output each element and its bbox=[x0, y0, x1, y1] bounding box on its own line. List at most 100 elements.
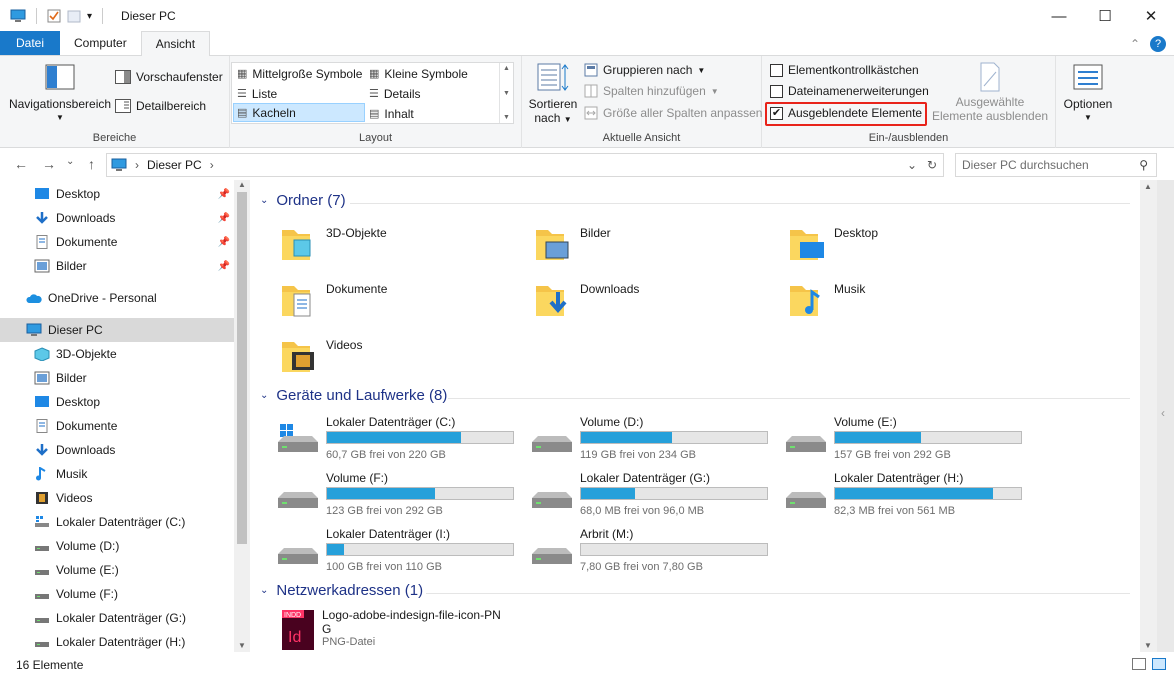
scroll-down-icon[interactable]: ▼ bbox=[238, 641, 246, 650]
folder-tile[interactable]: Musik bbox=[788, 278, 865, 320]
sidebar-item[interactable]: Musik bbox=[0, 462, 234, 486]
tab-datei[interactable]: Datei bbox=[0, 31, 61, 55]
sidebar-item-desktop[interactable]: Desktop 📌 bbox=[0, 182, 234, 206]
new-folder-icon[interactable] bbox=[67, 9, 81, 23]
add-columns-button[interactable]: Spalten hinzufügen ▼ bbox=[584, 84, 719, 98]
up-button[interactable]: ↑ bbox=[88, 156, 95, 172]
tab-computer[interactable]: Computer bbox=[60, 31, 141, 55]
options-button[interactable]: Optionen ▼ bbox=[1060, 64, 1116, 125]
group-by-button[interactable]: Gruppieren nach ▼ bbox=[584, 63, 705, 77]
sidebar-item[interactable]: 3D-Objekte bbox=[0, 342, 234, 366]
sidebar-item[interactable]: Volume (E:) bbox=[0, 558, 234, 582]
drive-tile[interactable]: Arbrit (M:) 7,80 GB frei von 7,80 GB bbox=[528, 526, 778, 578]
section-network[interactable]: ⌄ Netzwerkadressen (1) bbox=[260, 582, 423, 599]
recent-locations-button[interactable]: ⌄ bbox=[66, 156, 74, 167]
sort-by-button[interactable]: Sortieren nach ▼ bbox=[528, 62, 578, 127]
sidebar-item[interactable]: Downloads bbox=[0, 438, 234, 462]
maximize-button[interactable]: ☐ bbox=[1082, 0, 1128, 32]
forward-button[interactable]: → bbox=[42, 156, 56, 172]
section-drives[interactable]: ⌄ Geräte und Laufwerke (8) bbox=[260, 387, 447, 404]
preview-pane-button[interactable]: Vorschaufenster bbox=[115, 70, 223, 84]
breadcrumb-separator[interactable]: › bbox=[210, 158, 214, 172]
details-view-icon[interactable] bbox=[1132, 658, 1146, 670]
drive-icon bbox=[278, 492, 318, 508]
window-title: Dieser PC bbox=[121, 9, 176, 23]
layout-medium-icons[interactable]: ▦ Mittelgroße Symbole bbox=[234, 64, 365, 83]
folder-tile[interactable]: Desktop bbox=[788, 222, 878, 264]
layout-details[interactable]: ☰ Details bbox=[366, 84, 424, 103]
list-icon: ☰ bbox=[237, 88, 247, 100]
nav-scrollbar-thumb[interactable] bbox=[237, 192, 247, 544]
drive-tile[interactable]: Volume (D:) 119 GB frei von 234 GB bbox=[528, 414, 778, 466]
folder-tile[interactable]: Bilder bbox=[534, 222, 611, 264]
ribbon-collapse-icon[interactable]: ⌃ bbox=[1130, 37, 1140, 51]
checkbox[interactable] bbox=[770, 63, 783, 77]
pin-icon[interactable]: 📌 bbox=[218, 189, 230, 200]
hide-selected-button[interactable]: Ausgewählte Elemente ausblenden bbox=[930, 62, 1050, 123]
tab-ansicht[interactable]: Ansicht bbox=[140, 31, 211, 56]
checkbox[interactable] bbox=[770, 84, 783, 98]
sidebar-item-bilder[interactable]: Bilder 📌 bbox=[0, 254, 234, 278]
layout-list[interactable]: ☰ Liste bbox=[234, 84, 280, 103]
drive-tile[interactable]: Lokaler Datenträger (C:) 60,7 GB frei von… bbox=[274, 414, 524, 466]
sidebar-item[interactable]: Bilder bbox=[0, 366, 234, 390]
qat-dropdown-icon[interactable]: ▾ bbox=[87, 11, 92, 22]
details-pane-button[interactable]: Detailbereich bbox=[115, 99, 206, 113]
close-button[interactable]: ✕ bbox=[1128, 0, 1174, 32]
sidebar-item-onedrive[interactable]: OneDrive - Personal bbox=[0, 286, 234, 310]
sidebar-item-downloads[interactable]: Downloads 📌 bbox=[0, 206, 234, 230]
file-extensions-toggle[interactable]: Dateinamenerweiterungen bbox=[770, 84, 929, 98]
section-folders[interactable]: ⌄ Ordner (7) bbox=[260, 192, 346, 209]
address-dropdown-icon[interactable]: ⌄ bbox=[907, 158, 917, 172]
tiles-view-icon[interactable] bbox=[1152, 658, 1166, 670]
folder-tile[interactable]: Dokumente bbox=[280, 278, 387, 320]
layout-gallery: ▦ Mittelgroße Symbole ▦ Kleine Symbole ☰… bbox=[231, 62, 514, 124]
minimize-button[interactable]: — bbox=[1036, 0, 1082, 32]
scroll-down-icon[interactable]: ▼ bbox=[1144, 641, 1152, 650]
layout-tiles[interactable]: ▤ Kacheln bbox=[233, 103, 365, 122]
breadcrumb[interactable]: Dieser PC bbox=[147, 158, 202, 172]
content-scrollbar[interactable]: ▲ ▼ bbox=[1140, 180, 1157, 652]
refresh-icon[interactable]: ↻ bbox=[927, 158, 937, 172]
drive-tile[interactable]: Volume (E:) 157 GB frei von 292 GB bbox=[782, 414, 1032, 466]
layout-content[interactable]: ▤ Inhalt bbox=[366, 104, 417, 123]
sidebar-item[interactable]: Lokaler Datenträger (C:) bbox=[0, 510, 234, 534]
sidebar-item[interactable]: Videos bbox=[0, 486, 234, 510]
group-label-bereiche: Bereiche bbox=[92, 132, 137, 144]
drive-tile[interactable]: Volume (F:) 123 GB frei von 292 GB bbox=[274, 470, 524, 522]
back-button[interactable]: ← bbox=[14, 156, 28, 172]
sidebar-item[interactable]: Dokumente bbox=[0, 414, 234, 438]
drive-tile[interactable]: Lokaler Datenträger (G:) 68,0 MB frei von… bbox=[528, 470, 778, 522]
properties-icon[interactable] bbox=[47, 9, 61, 23]
sidebar-item[interactable]: Desktop bbox=[0, 390, 234, 414]
folder-tile[interactable]: 3D-Objekte bbox=[280, 222, 387, 264]
fit-columns-button[interactable]: Größe aller Spalten anpassen bbox=[584, 106, 762, 120]
pin-icon[interactable]: 📌 bbox=[218, 213, 230, 224]
network-item[interactable]: INDD Id Logo-adobe-indesign-file-icon-PN… bbox=[280, 608, 501, 652]
layout-small-icons[interactable]: ▦ Kleine Symbole bbox=[366, 64, 471, 83]
sidebar-item[interactable]: Volume (F:) bbox=[0, 582, 234, 606]
sidebar-item[interactable]: Lokaler Datenträger (H:) bbox=[0, 630, 234, 652]
help-icon[interactable]: ? bbox=[1150, 36, 1166, 52]
sidebar-item-label: Lokaler Datenträger (C:) bbox=[56, 515, 186, 529]
sidebar-item[interactable]: Volume (D:) bbox=[0, 534, 234, 558]
drive-tile[interactable]: Lokaler Datenträger (H:) 82,3 MB frei von… bbox=[782, 470, 1032, 522]
drive-usage-fill bbox=[327, 488, 435, 499]
search-input[interactable]: Dieser PC durchsuchen ⚲ bbox=[955, 153, 1157, 177]
folder-tile[interactable]: Downloads bbox=[534, 278, 639, 320]
scroll-up-icon[interactable]: ▲ bbox=[238, 180, 246, 189]
sidebar-item[interactable]: Lokaler Datenträger (G:) bbox=[0, 606, 234, 630]
scroll-up-icon[interactable]: ▲ bbox=[1144, 182, 1152, 191]
layout-gallery-scroll[interactable]: ▲ ▼ ▼ bbox=[499, 63, 513, 123]
sidebar-item-this-pc[interactable]: Dieser PC bbox=[0, 318, 234, 342]
nav-scrollbar[interactable]: ▲ ▼ bbox=[234, 180, 250, 652]
drive-tile[interactable]: Lokaler Datenträger (I:) 100 GB frei von … bbox=[274, 526, 524, 578]
address-bar[interactable]: › Dieser PC › ⌄ ↻ bbox=[106, 153, 944, 177]
breadcrumb-separator[interactable]: › bbox=[135, 158, 139, 172]
item-checkboxes-toggle[interactable]: Elementkontrollkästchen bbox=[770, 63, 919, 77]
pin-icon[interactable]: 📌 bbox=[218, 237, 230, 248]
navigation-pane-button[interactable]: Navigationsbereich ▼ bbox=[8, 64, 112, 125]
folder-tile[interactable]: Videos bbox=[280, 334, 362, 376]
sidebar-item-dokumente[interactable]: Dokumente 📌 bbox=[0, 230, 234, 254]
pin-icon[interactable]: 📌 bbox=[218, 261, 230, 272]
